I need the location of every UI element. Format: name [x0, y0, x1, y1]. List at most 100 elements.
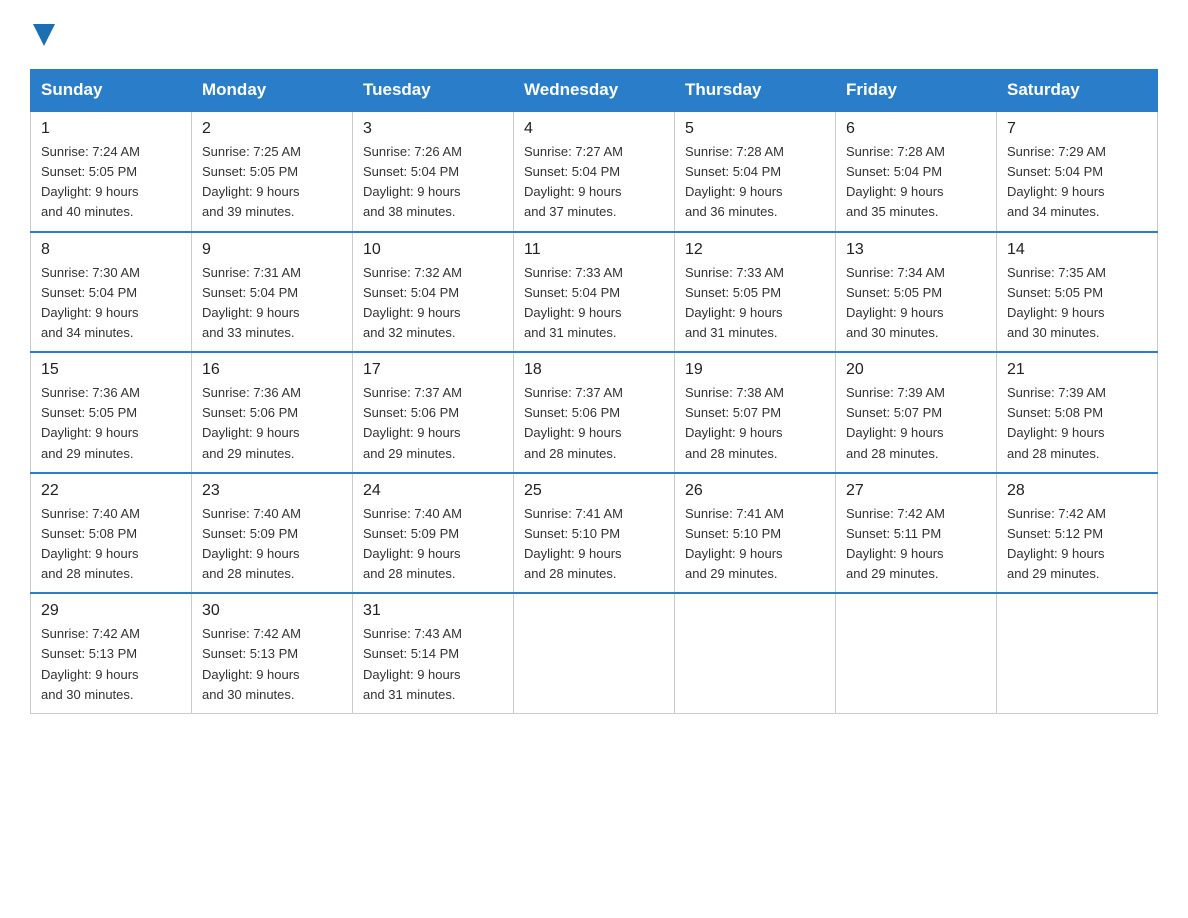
day-number: 31 — [363, 602, 503, 620]
day-info: Sunrise: 7:40 AMSunset: 5:08 PMDaylight:… — [41, 506, 140, 581]
day-info: Sunrise: 7:24 AMSunset: 5:05 PMDaylight:… — [41, 144, 140, 219]
calendar-cell: 10 Sunrise: 7:32 AMSunset: 5:04 PMDaylig… — [353, 232, 514, 353]
calendar-week-row: 1 Sunrise: 7:24 AMSunset: 5:05 PMDayligh… — [31, 111, 1158, 232]
day-number: 20 — [846, 361, 986, 379]
calendar-cell: 28 Sunrise: 7:42 AMSunset: 5:12 PMDaylig… — [997, 473, 1158, 594]
calendar-cell: 16 Sunrise: 7:36 AMSunset: 5:06 PMDaylig… — [192, 352, 353, 473]
calendar-cell: 11 Sunrise: 7:33 AMSunset: 5:04 PMDaylig… — [514, 232, 675, 353]
day-info: Sunrise: 7:43 AMSunset: 5:14 PMDaylight:… — [363, 626, 462, 701]
calendar-week-row: 15 Sunrise: 7:36 AMSunset: 5:05 PMDaylig… — [31, 352, 1158, 473]
day-info: Sunrise: 7:42 AMSunset: 5:11 PMDaylight:… — [846, 506, 945, 581]
day-number: 13 — [846, 241, 986, 259]
logo-icon — [33, 24, 55, 46]
day-number: 22 — [41, 482, 181, 500]
day-number: 23 — [202, 482, 342, 500]
calendar-cell: 23 Sunrise: 7:40 AMSunset: 5:09 PMDaylig… — [192, 473, 353, 594]
day-number: 19 — [685, 361, 825, 379]
day-info: Sunrise: 7:41 AMSunset: 5:10 PMDaylight:… — [685, 506, 784, 581]
column-header-saturday: Saturday — [997, 70, 1158, 112]
day-number: 8 — [41, 241, 181, 259]
day-number: 11 — [524, 241, 664, 259]
calendar-cell: 3 Sunrise: 7:26 AMSunset: 5:04 PMDayligh… — [353, 111, 514, 232]
day-number: 12 — [685, 241, 825, 259]
day-number: 17 — [363, 361, 503, 379]
day-info: Sunrise: 7:28 AMSunset: 5:04 PMDaylight:… — [846, 144, 945, 219]
day-number: 6 — [846, 120, 986, 138]
day-info: Sunrise: 7:27 AMSunset: 5:04 PMDaylight:… — [524, 144, 623, 219]
day-number: 3 — [363, 120, 503, 138]
day-number: 28 — [1007, 482, 1147, 500]
calendar-cell: 31 Sunrise: 7:43 AMSunset: 5:14 PMDaylig… — [353, 593, 514, 713]
day-info: Sunrise: 7:41 AMSunset: 5:10 PMDaylight:… — [524, 506, 623, 581]
day-info: Sunrise: 7:25 AMSunset: 5:05 PMDaylight:… — [202, 144, 301, 219]
day-info: Sunrise: 7:33 AMSunset: 5:05 PMDaylight:… — [685, 265, 784, 340]
column-header-wednesday: Wednesday — [514, 70, 675, 112]
day-info: Sunrise: 7:37 AMSunset: 5:06 PMDaylight:… — [524, 385, 623, 460]
column-header-monday: Monday — [192, 70, 353, 112]
day-number: 21 — [1007, 361, 1147, 379]
day-number: 15 — [41, 361, 181, 379]
calendar-cell: 7 Sunrise: 7:29 AMSunset: 5:04 PMDayligh… — [997, 111, 1158, 232]
day-info: Sunrise: 7:40 AMSunset: 5:09 PMDaylight:… — [202, 506, 301, 581]
day-number: 10 — [363, 241, 503, 259]
calendar-cell: 4 Sunrise: 7:27 AMSunset: 5:04 PMDayligh… — [514, 111, 675, 232]
day-info: Sunrise: 7:38 AMSunset: 5:07 PMDaylight:… — [685, 385, 784, 460]
day-number: 1 — [41, 120, 181, 138]
calendar-cell: 29 Sunrise: 7:42 AMSunset: 5:13 PMDaylig… — [31, 593, 192, 713]
calendar-cell: 12 Sunrise: 7:33 AMSunset: 5:05 PMDaylig… — [675, 232, 836, 353]
day-number: 30 — [202, 602, 342, 620]
page-header — [30, 20, 1158, 49]
day-number: 2 — [202, 120, 342, 138]
calendar-cell: 8 Sunrise: 7:30 AMSunset: 5:04 PMDayligh… — [31, 232, 192, 353]
calendar-cell: 24 Sunrise: 7:40 AMSunset: 5:09 PMDaylig… — [353, 473, 514, 594]
calendar-cell: 20 Sunrise: 7:39 AMSunset: 5:07 PMDaylig… — [836, 352, 997, 473]
day-info: Sunrise: 7:35 AMSunset: 5:05 PMDaylight:… — [1007, 265, 1106, 340]
day-info: Sunrise: 7:39 AMSunset: 5:07 PMDaylight:… — [846, 385, 945, 460]
day-info: Sunrise: 7:39 AMSunset: 5:08 PMDaylight:… — [1007, 385, 1106, 460]
day-info: Sunrise: 7:42 AMSunset: 5:13 PMDaylight:… — [202, 626, 301, 701]
day-info: Sunrise: 7:31 AMSunset: 5:04 PMDaylight:… — [202, 265, 301, 340]
column-header-sunday: Sunday — [31, 70, 192, 112]
calendar-week-row: 22 Sunrise: 7:40 AMSunset: 5:08 PMDaylig… — [31, 473, 1158, 594]
day-number: 26 — [685, 482, 825, 500]
day-info: Sunrise: 7:26 AMSunset: 5:04 PMDaylight:… — [363, 144, 462, 219]
day-info: Sunrise: 7:29 AMSunset: 5:04 PMDaylight:… — [1007, 144, 1106, 219]
day-number: 9 — [202, 241, 342, 259]
day-info: Sunrise: 7:42 AMSunset: 5:12 PMDaylight:… — [1007, 506, 1106, 581]
calendar-cell: 6 Sunrise: 7:28 AMSunset: 5:04 PMDayligh… — [836, 111, 997, 232]
calendar-cell — [836, 593, 997, 713]
day-number: 18 — [524, 361, 664, 379]
calendar-header-row: SundayMondayTuesdayWednesdayThursdayFrid… — [31, 70, 1158, 112]
day-number: 5 — [685, 120, 825, 138]
calendar-cell: 21 Sunrise: 7:39 AMSunset: 5:08 PMDaylig… — [997, 352, 1158, 473]
day-info: Sunrise: 7:42 AMSunset: 5:13 PMDaylight:… — [41, 626, 140, 701]
day-info: Sunrise: 7:37 AMSunset: 5:06 PMDaylight:… — [363, 385, 462, 460]
calendar-cell: 27 Sunrise: 7:42 AMSunset: 5:11 PMDaylig… — [836, 473, 997, 594]
day-info: Sunrise: 7:30 AMSunset: 5:04 PMDaylight:… — [41, 265, 140, 340]
day-number: 29 — [41, 602, 181, 620]
day-info: Sunrise: 7:36 AMSunset: 5:06 PMDaylight:… — [202, 385, 301, 460]
day-number: 16 — [202, 361, 342, 379]
calendar-cell: 22 Sunrise: 7:40 AMSunset: 5:08 PMDaylig… — [31, 473, 192, 594]
calendar-cell — [997, 593, 1158, 713]
calendar-cell: 1 Sunrise: 7:24 AMSunset: 5:05 PMDayligh… — [31, 111, 192, 232]
column-header-friday: Friday — [836, 70, 997, 112]
calendar-cell — [514, 593, 675, 713]
calendar-cell — [675, 593, 836, 713]
calendar-cell: 14 Sunrise: 7:35 AMSunset: 5:05 PMDaylig… — [997, 232, 1158, 353]
day-number: 14 — [1007, 241, 1147, 259]
column-header-thursday: Thursday — [675, 70, 836, 112]
calendar-cell: 9 Sunrise: 7:31 AMSunset: 5:04 PMDayligh… — [192, 232, 353, 353]
calendar-cell: 19 Sunrise: 7:38 AMSunset: 5:07 PMDaylig… — [675, 352, 836, 473]
calendar-cell: 26 Sunrise: 7:41 AMSunset: 5:10 PMDaylig… — [675, 473, 836, 594]
day-number: 4 — [524, 120, 664, 138]
day-info: Sunrise: 7:32 AMSunset: 5:04 PMDaylight:… — [363, 265, 462, 340]
calendar-cell: 13 Sunrise: 7:34 AMSunset: 5:05 PMDaylig… — [836, 232, 997, 353]
day-info: Sunrise: 7:33 AMSunset: 5:04 PMDaylight:… — [524, 265, 623, 340]
calendar-cell: 18 Sunrise: 7:37 AMSunset: 5:06 PMDaylig… — [514, 352, 675, 473]
logo — [30, 20, 55, 49]
calendar-cell: 5 Sunrise: 7:28 AMSunset: 5:04 PMDayligh… — [675, 111, 836, 232]
calendar-cell: 25 Sunrise: 7:41 AMSunset: 5:10 PMDaylig… — [514, 473, 675, 594]
day-info: Sunrise: 7:34 AMSunset: 5:05 PMDaylight:… — [846, 265, 945, 340]
calendar-cell: 30 Sunrise: 7:42 AMSunset: 5:13 PMDaylig… — [192, 593, 353, 713]
